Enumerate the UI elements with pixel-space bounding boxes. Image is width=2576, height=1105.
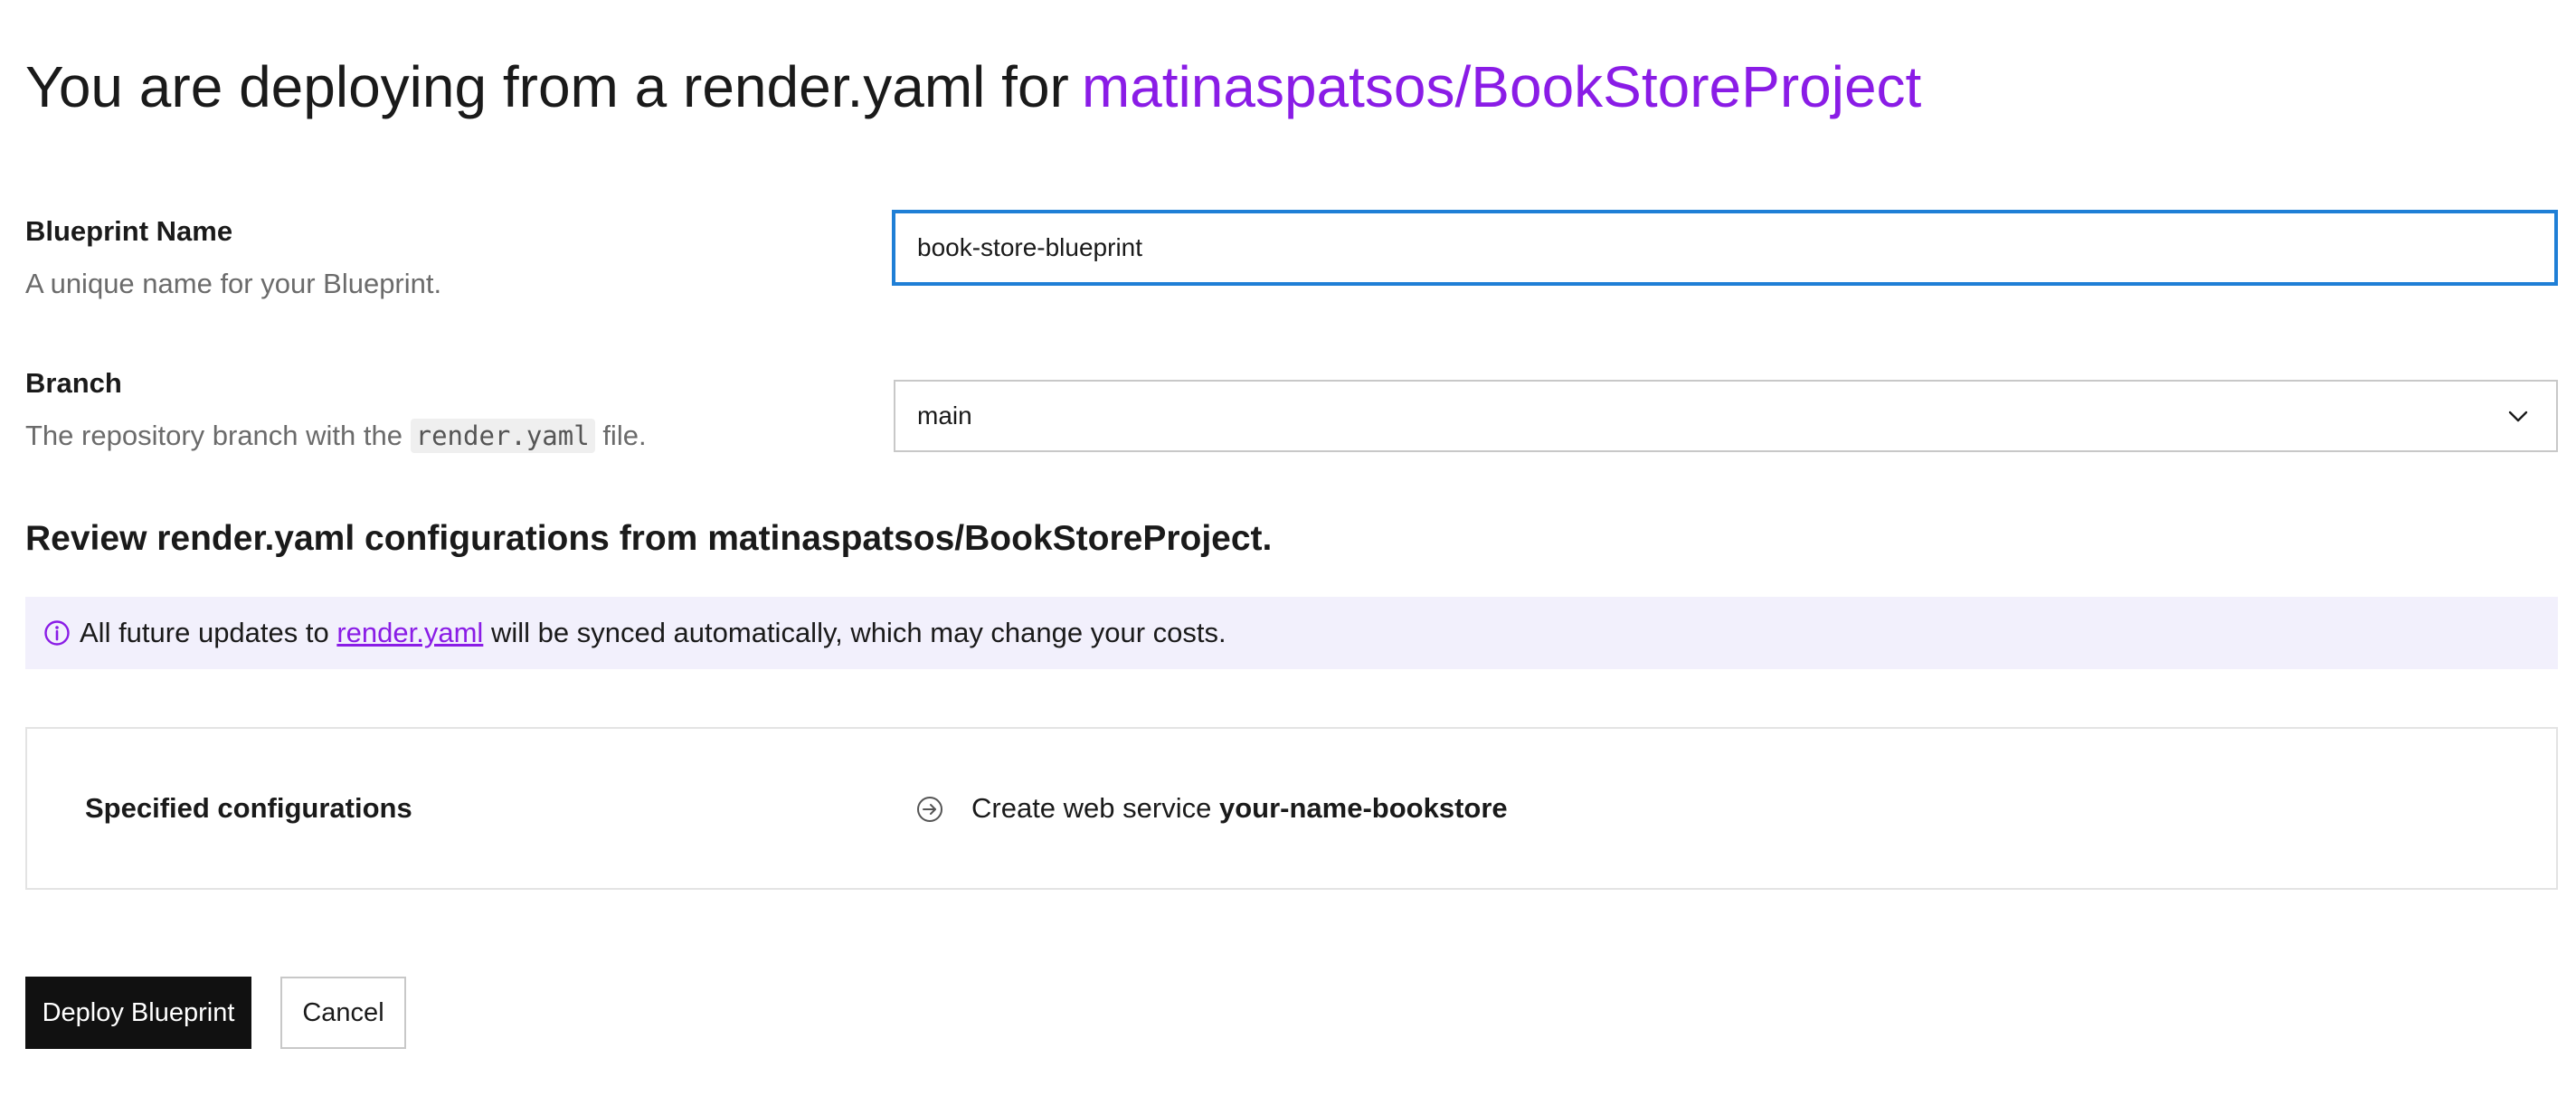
page-title-text: You are deploying from a render.yaml for (25, 54, 1069, 119)
service-name: your-name-bookstore (1218, 792, 1508, 824)
branch-select[interactable]: main (894, 380, 2558, 452)
info-circle-icon (44, 620, 70, 646)
info-banner-text: All future updates to render.yaml will b… (80, 597, 1226, 669)
branch-help-code: render.yaml (410, 419, 595, 453)
configurations-panel: Specified configurations Create web serv… (25, 727, 2558, 890)
branch-help: The repository branch with the render.ya… (25, 419, 647, 453)
config-item-prefix: Create web service (971, 792, 1212, 824)
render-yaml-link[interactable]: render.yaml (336, 617, 483, 648)
info-text-suffix: will be synced automatically, which may … (490, 617, 1226, 648)
info-banner: All future updates to render.yaml will b… (25, 597, 2558, 669)
branch-help-prefix: The repository branch with the (25, 420, 402, 451)
blueprint-name-input[interactable] (892, 210, 2558, 286)
info-text-prefix: All future updates to (80, 617, 329, 648)
page-title: You are deploying from a render.yaml for… (25, 51, 1921, 123)
configurations-label: Specified configurations (85, 792, 412, 824)
branch-help-suffix: file. (602, 420, 647, 451)
repo-name: matinaspatsos/BookStoreProject (1081, 54, 1922, 119)
branch-label: Branch (25, 367, 122, 399)
blueprint-name-label: Blueprint Name (25, 215, 233, 247)
deploy-blueprint-button[interactable]: Deploy Blueprint (25, 977, 251, 1049)
config-item: Create web service your-name-bookstore (971, 729, 1508, 888)
arrow-right-circle-icon (917, 797, 942, 822)
branch-select-value: main (917, 401, 972, 430)
cancel-button[interactable]: Cancel (280, 977, 406, 1049)
chevron-down-icon (2508, 411, 2528, 422)
review-heading: Review render.yaml configurations from m… (25, 519, 1273, 558)
blueprint-name-help: A unique name for your Blueprint. (25, 268, 442, 299)
